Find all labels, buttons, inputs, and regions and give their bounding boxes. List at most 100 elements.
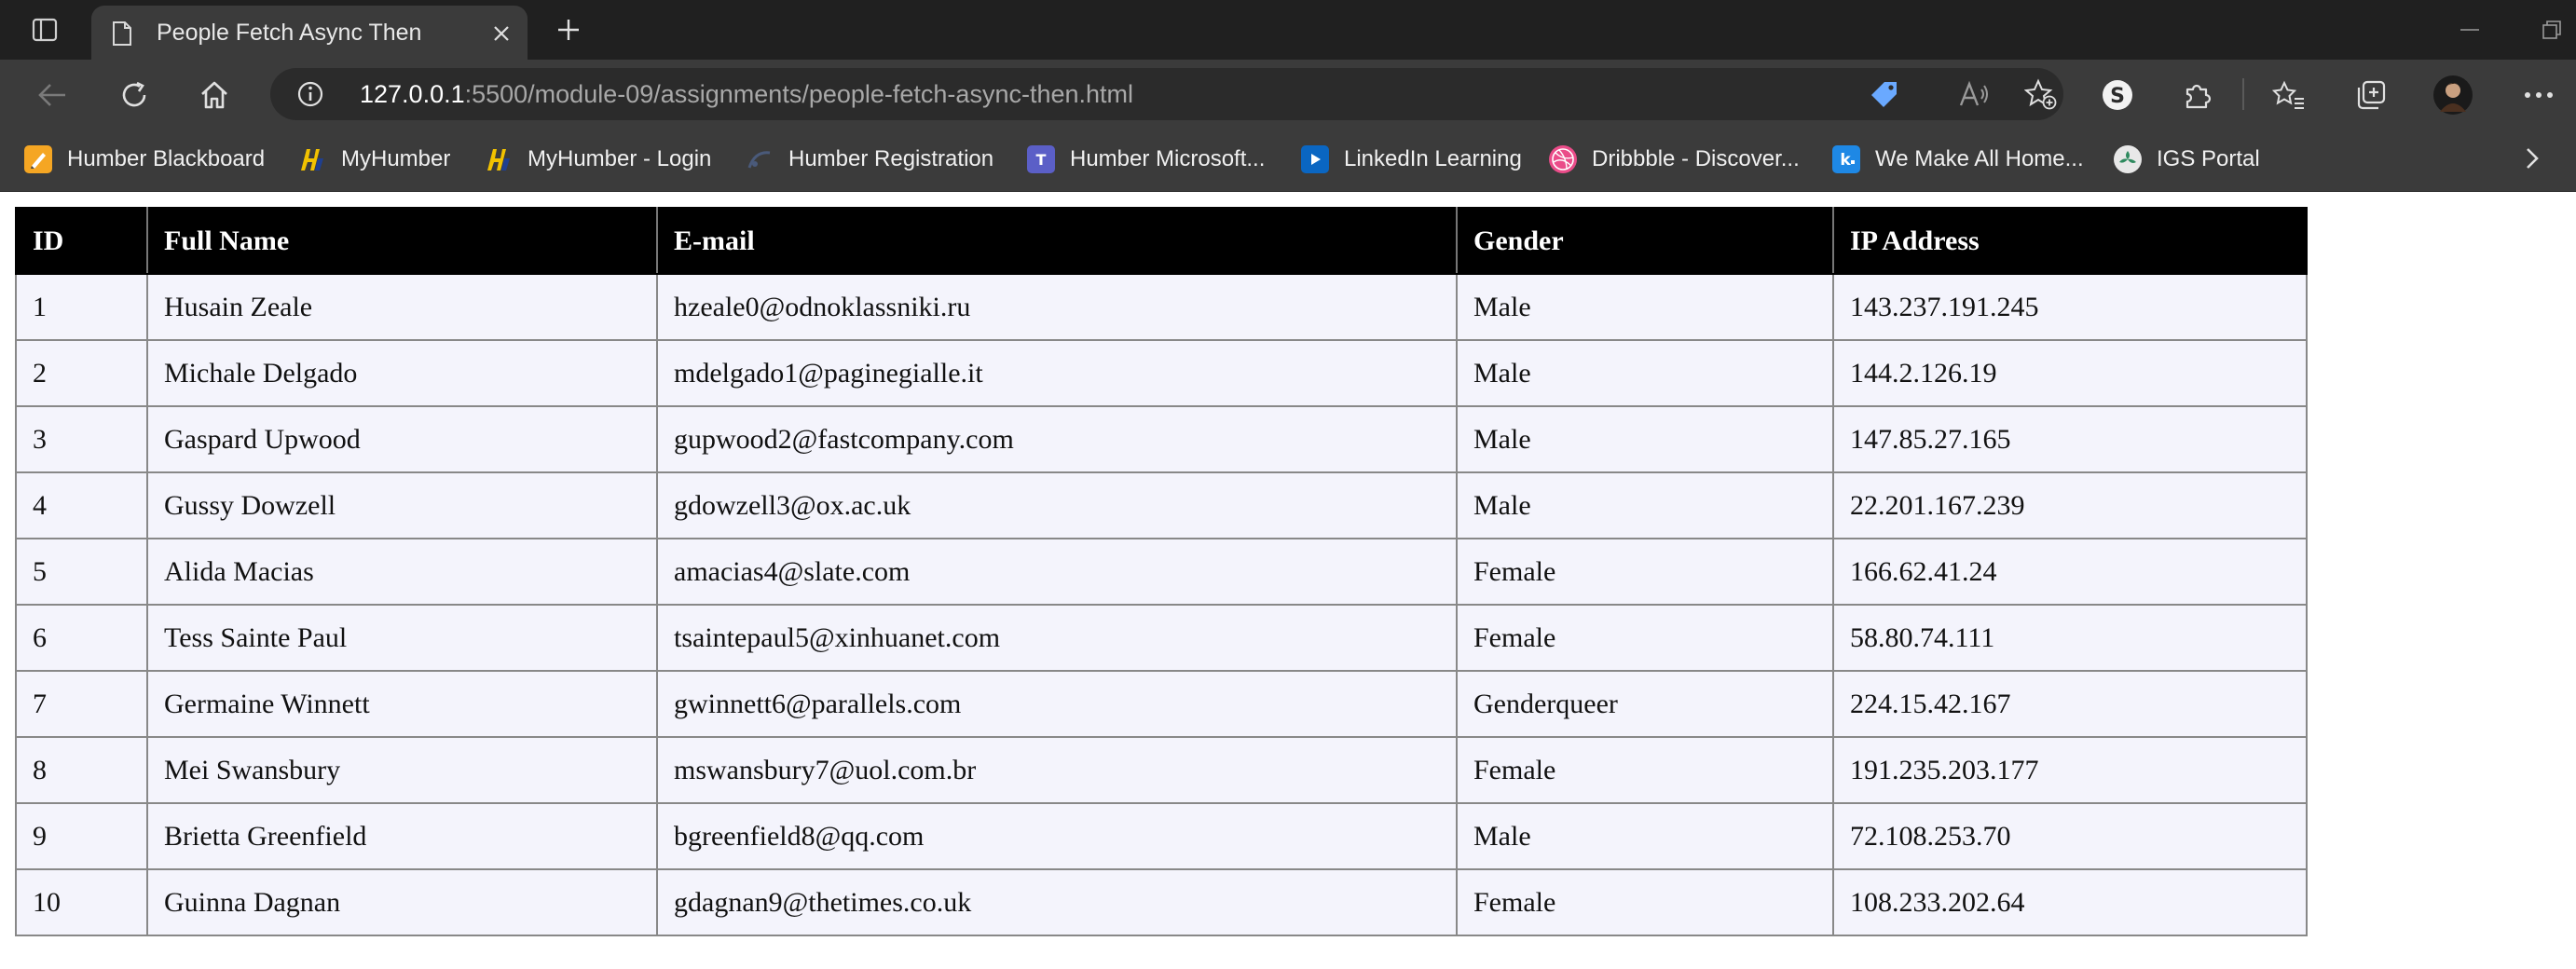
cell-id: 8 [15, 736, 148, 804]
cell-ip-address: 224.15.42.167 [1832, 670, 2308, 738]
new-tab-icon[interactable] [548, 11, 589, 48]
cell-email: hzeale0@odnoklassniki.ru [656, 273, 1458, 341]
close-tab-icon[interactable] [486, 19, 516, 48]
blackboard-icon [24, 145, 52, 173]
tag-icon[interactable] [1866, 77, 1903, 111]
address-bar[interactable]: 127.0.0.1:5500/module-09/assignments/peo… [270, 68, 2063, 120]
linkedin-learning-icon [1301, 145, 1329, 173]
cell-ip-address: 166.62.41.24 [1832, 538, 2308, 606]
cell-full-name: Mei Swansbury [146, 736, 658, 804]
cell-gender: Genderqueer [1456, 670, 1834, 738]
cell-full-name: Michale Delgado [146, 339, 658, 407]
favorite-we-make-all-home[interactable]: k We Make All Home... [1832, 142, 2084, 177]
cell-full-name: Tess Sainte Paul [146, 604, 658, 672]
favorite-linkedin-learning[interactable]: LinkedIn Learning [1301, 142, 1522, 177]
favorites-icon[interactable] [2268, 75, 2309, 116]
registration-icon [746, 145, 774, 173]
favorite-igs-portal[interactable]: IGS Portal [2114, 142, 2260, 177]
k-icon: k [1832, 145, 1860, 173]
cell-ip-address: 191.235.203.177 [1832, 736, 2308, 804]
home-icon[interactable] [194, 75, 235, 116]
cell-id: 9 [15, 802, 148, 870]
table-row: 4 Gussy Dowzell gdowzell3@ox.ac.uk Male … [15, 471, 2308, 539]
cell-full-name: Gaspard Upwood [146, 405, 658, 473]
favorites-bar: Humber Blackboard MyHumber MyHumber - Lo… [0, 129, 2576, 192]
document-icon [112, 20, 132, 51]
cell-gender: Male [1456, 273, 1834, 341]
url-text[interactable]: 127.0.0.1:5500/module-09/assignments/peo… [360, 80, 1133, 109]
table-row: 9 Brietta Greenfield bgreenfield8@qq.com… [15, 802, 2308, 870]
extension-s-icon[interactable]: S [2097, 75, 2138, 116]
chevron-right-icon[interactable] [2516, 143, 2548, 174]
humber-icon [298, 145, 326, 173]
table-row: 1 Husain Zeale hzeale0@odnoklassniki.ru … [15, 273, 2308, 341]
add-favorite-icon[interactable] [2022, 77, 2060, 111]
tab-people-fetch[interactable]: People Fetch Async Then [91, 6, 528, 60]
cell-id: 1 [15, 273, 148, 341]
cell-gender: Female [1456, 538, 1834, 606]
cell-gender: Male [1456, 802, 1834, 870]
cell-id: 4 [15, 471, 148, 539]
profile-avatar[interactable] [2432, 75, 2473, 116]
cell-ip-address: 147.85.27.165 [1832, 405, 2308, 473]
table-row: 5 Alida Macias amacias4@slate.com Female… [15, 538, 2308, 606]
svg-text:T: T [1036, 151, 1047, 169]
dribbble-icon [1549, 145, 1577, 173]
favorite-dribbble[interactable]: Dribbble - Discover... [1549, 142, 1800, 177]
refresh-icon[interactable] [114, 75, 155, 116]
cell-gender: Female [1456, 604, 1834, 672]
teams-icon: T [1027, 145, 1055, 173]
favorite-humber-blackboard[interactable]: Humber Blackboard [24, 142, 265, 177]
tab-strip: People Fetch Async Then [0, 0, 2576, 60]
favorite-myhumber[interactable]: MyHumber [298, 142, 450, 177]
cell-id: 10 [15, 868, 148, 936]
cell-email: gupwood2@fastcompany.com [656, 405, 1458, 473]
column-header-gender: Gender [1456, 207, 1834, 275]
cell-email: tsaintepaul5@xinhuanet.com [656, 604, 1458, 672]
cell-full-name: Alida Macias [146, 538, 658, 606]
toolbar-divider [2242, 78, 2244, 110]
favorite-myhumber-login[interactable]: MyHumber - Login [485, 142, 711, 177]
cell-ip-address: 144.2.126.19 [1832, 339, 2308, 407]
cell-ip-address: 22.201.167.239 [1832, 471, 2308, 539]
collections-icon[interactable] [2350, 75, 2391, 116]
table-row: 8 Mei Swansbury mswansbury7@uol.com.br F… [15, 736, 2308, 804]
cell-id: 5 [15, 538, 148, 606]
cell-id: 6 [15, 604, 148, 672]
cell-gender: Female [1456, 736, 1834, 804]
cell-id: 3 [15, 405, 148, 473]
page-content: ID Full Name E-mail Gender IP Address 1 … [0, 192, 2576, 969]
restore-icon[interactable] [2531, 9, 2572, 50]
more-options-icon[interactable] [2518, 75, 2559, 116]
table-row: 3 Gaspard Upwood gupwood2@fastcompany.co… [15, 405, 2308, 473]
igs-icon [2114, 145, 2142, 173]
back-icon[interactable] [32, 75, 73, 116]
cell-gender: Male [1456, 339, 1834, 407]
svg-text:k: k [1840, 151, 1851, 170]
browser-toolbar: 127.0.0.1:5500/module-09/assignments/peo… [0, 60, 2576, 129]
cell-ip-address: 72.108.253.70 [1832, 802, 2308, 870]
cell-gender: Female [1456, 868, 1834, 936]
tab-title: People Fetch Async Then [157, 20, 422, 46]
column-header-ip-address: IP Address [1832, 207, 2308, 275]
table-row: 6 Tess Sainte Paul tsaintepaul5@xinhuane… [15, 604, 2308, 672]
cell-email: amacias4@slate.com [656, 538, 1458, 606]
extensions-puzzle-icon[interactable] [2177, 75, 2218, 116]
favorite-humber-microsoft[interactable]: T Humber Microsoft... [1027, 142, 1265, 177]
cell-gender: Male [1456, 405, 1834, 473]
column-header-email: E-mail [656, 207, 1458, 275]
site-info-icon[interactable] [296, 80, 324, 113]
cell-email: mdelgado1@paginegialle.it [656, 339, 1458, 407]
cell-id: 7 [15, 670, 148, 738]
cell-ip-address: 58.80.74.111 [1832, 604, 2308, 672]
favorite-humber-registration[interactable]: Humber Registration [746, 142, 993, 177]
svg-text:S: S [2110, 85, 2125, 108]
read-aloud-icon[interactable] [1955, 77, 1993, 111]
column-header-full-name: Full Name [146, 207, 658, 275]
tab-actions-icon[interactable] [24, 13, 65, 47]
cell-email: mswansbury7@uol.com.br [656, 736, 1458, 804]
table-header-row: ID Full Name E-mail Gender IP Address [15, 207, 2308, 275]
cell-full-name: Gussy Dowzell [146, 471, 658, 539]
cell-gender: Male [1456, 471, 1834, 539]
minimize-icon[interactable] [2449, 9, 2490, 50]
